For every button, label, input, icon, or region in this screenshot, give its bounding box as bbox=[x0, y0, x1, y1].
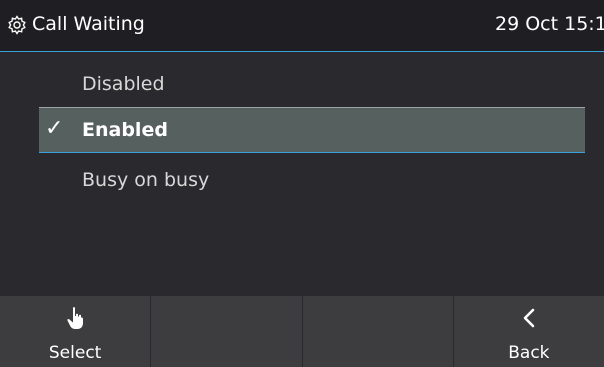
back-softkey[interactable]: Back bbox=[454, 296, 604, 367]
empty-softkey-3[interactable] bbox=[303, 296, 454, 367]
option-label: Enabled bbox=[82, 119, 168, 141]
chevron-left-icon bbox=[523, 308, 535, 328]
checkmark-icon: ✓ bbox=[45, 116, 64, 141]
softkey-label: Back bbox=[508, 343, 550, 363]
option-disabled[interactable]: Disabled bbox=[0, 61, 604, 107]
softkey-label: Select bbox=[48, 343, 102, 363]
date-time: 29 Oct 15:18 bbox=[495, 13, 604, 35]
empty-softkey-2[interactable] bbox=[151, 296, 303, 367]
option-label: Disabled bbox=[82, 73, 165, 95]
option-enabled[interactable]: ✓ Enabled bbox=[39, 107, 585, 153]
option-busy-on-busy[interactable]: Busy on busy bbox=[0, 157, 604, 203]
softkey-bar: Select Back bbox=[0, 296, 604, 367]
options-list: Disabled ✓ Enabled Busy on busy bbox=[0, 53, 604, 296]
gear-icon bbox=[8, 15, 26, 35]
hand-pointer-icon bbox=[67, 307, 84, 329]
page-title: Call Waiting bbox=[32, 13, 145, 35]
header-bar: Call Waiting 29 Oct 15:18 bbox=[0, 0, 604, 52]
option-label: Busy on busy bbox=[82, 169, 210, 191]
select-softkey[interactable]: Select bbox=[0, 296, 152, 367]
